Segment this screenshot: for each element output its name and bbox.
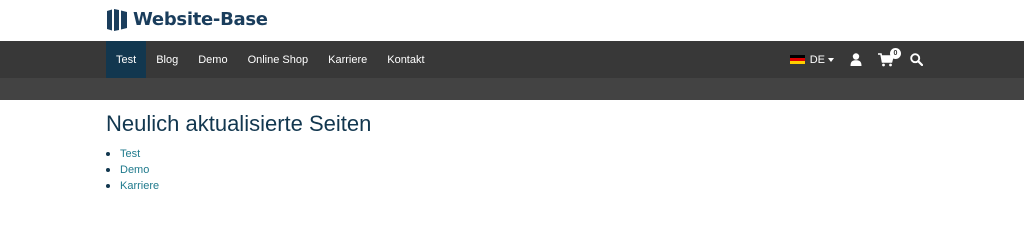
language-selector[interactable]: DE — [789, 53, 834, 66]
main-nav: Test Blog Demo Online Shop Karriere Kont… — [106, 41, 435, 78]
page-title: Neulich aktualisierte Seiten — [106, 111, 372, 136]
nav-utilities: DE 0 — [789, 41, 923, 78]
list-item: Karriere — [106, 178, 371, 194]
list-item: Test — [106, 146, 371, 162]
page-link-karriere[interactable]: Karriere — [120, 180, 159, 192]
logo-text: Website-Base — [133, 9, 268, 30]
language-code: DE — [809, 53, 825, 66]
page-link-test[interactable]: Test — [120, 148, 140, 160]
sub-navbar — [0, 78, 1024, 100]
nav-item-kontakt[interactable]: Kontakt — [377, 41, 434, 78]
logo-mark-icon — [107, 9, 127, 31]
cart-count-badge: 0 — [890, 47, 901, 59]
user-icon — [850, 53, 862, 66]
cart-button[interactable]: 0 — [878, 47, 901, 67]
germany-flag-icon — [789, 54, 805, 65]
nav-item-blog[interactable]: Blog — [146, 41, 188, 78]
page-link-demo[interactable]: Demo — [120, 164, 149, 176]
nav-item-test[interactable]: Test — [106, 41, 147, 78]
bullet-icon — [106, 168, 110, 172]
bullet-icon — [106, 184, 110, 188]
nav-item-online-shop[interactable]: Online Shop — [238, 41, 319, 78]
nav-item-karriere[interactable]: Karriere — [318, 41, 377, 78]
nav-item-demo[interactable]: Demo — [188, 41, 237, 78]
search-icon — [910, 53, 923, 66]
site-header: Website-Base — [0, 0, 1024, 41]
list-item: Demo — [106, 162, 371, 178]
caret-down-icon — [828, 57, 834, 62]
bullet-icon — [106, 152, 110, 156]
main-content: Neulich aktualisierte Seiten Test Demo K… — [106, 110, 371, 194]
site-logo[interactable]: Website-Base — [106, 8, 268, 32]
search-button[interactable] — [910, 53, 923, 66]
updated-pages-list: Test Demo Karriere — [106, 146, 371, 194]
account-button[interactable] — [850, 53, 862, 66]
main-navbar: Test Blog Demo Online Shop Karriere Kont… — [0, 41, 1024, 78]
